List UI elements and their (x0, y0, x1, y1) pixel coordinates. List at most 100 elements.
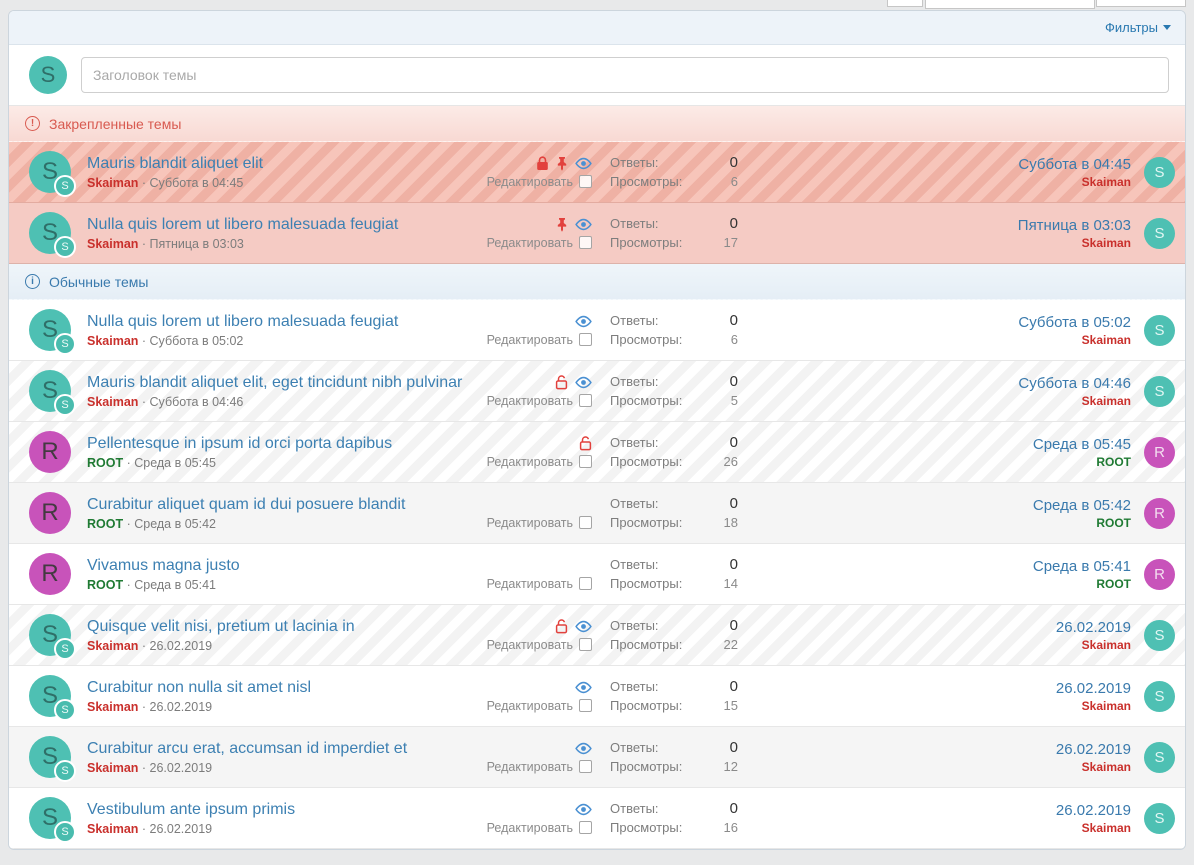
topic-title-link[interactable]: Quisque velit nisi, pretium ut lacinia i… (87, 617, 355, 636)
last-activity-user[interactable]: ROOT (738, 455, 1131, 469)
topic-author-avatar-wrap: SS (29, 309, 71, 351)
top-cropped-control-2[interactable] (925, 0, 1095, 9)
last-poster-avatar[interactable]: R (1144, 498, 1175, 529)
moderation-checkbox[interactable] (579, 516, 592, 529)
top-cropped-control-3[interactable] (1096, 0, 1186, 7)
last-activity-user[interactable]: Skaiman (738, 699, 1131, 713)
last-poster-avatar[interactable]: S (1144, 315, 1175, 346)
topic-author-name[interactable]: Skaiman (87, 700, 138, 714)
last-activity-date-link[interactable]: Среда в 05:42 (738, 497, 1131, 514)
topic-author-name[interactable]: Skaiman (87, 334, 138, 348)
moderation-checkbox[interactable] (579, 821, 592, 834)
pinned-topics-section-header: ! Закрепленные темы (9, 106, 1185, 142)
last-poster-avatar[interactable]: S (1144, 376, 1175, 407)
topic-author-name[interactable]: Skaiman (87, 639, 138, 653)
moderation-checkbox[interactable] (579, 638, 592, 651)
last-activity-user[interactable]: Skaiman (738, 760, 1131, 774)
edit-label[interactable]: Редактировать (487, 577, 573, 591)
topic-title-link[interactable]: Mauris blandit aliquet elit (87, 154, 263, 173)
author-mini-avatar[interactable]: S (54, 236, 76, 258)
topic-title-link[interactable]: Nulla quis lorem ut libero malesuada feu… (87, 312, 398, 331)
last-activity-date-link[interactable]: 26.02.2019 (738, 802, 1131, 819)
last-activity-date-link[interactable]: Суббота в 04:46 (738, 375, 1131, 392)
author-mini-avatar[interactable]: S (54, 699, 76, 721)
topic-author-name[interactable]: Skaiman (87, 395, 138, 409)
topic-author-avatar-wrap: SS (29, 614, 71, 656)
last-activity-date-link[interactable]: Суббота в 05:02 (738, 314, 1131, 331)
last-activity-user[interactable]: Skaiman (738, 175, 1131, 189)
last-activity-user[interactable]: Skaiman (738, 333, 1131, 347)
topic-title-link[interactable]: Vivamus magna justo (87, 556, 240, 575)
topic-title-link[interactable]: Vestibulum ante ipsum primis (87, 800, 295, 819)
author-mini-avatar[interactable]: S (54, 175, 76, 197)
topic-row: R Pellentesque in ipsum id orci porta dap… (9, 422, 1185, 483)
topic-stats: Ответы:0Просмотры:6 (610, 152, 738, 193)
last-poster-avatar[interactable]: S (1144, 742, 1175, 773)
author-mini-avatar[interactable]: S (54, 821, 76, 843)
moderation-checkbox[interactable] (579, 236, 592, 249)
topic-author-name[interactable]: ROOT (87, 456, 123, 470)
author-mini-avatar[interactable]: S (54, 394, 76, 416)
edit-label[interactable]: Редактировать (487, 455, 573, 469)
topic-title-link[interactable]: Curabitur non nulla sit amet nisl (87, 678, 311, 697)
edit-label[interactable]: Редактировать (487, 638, 573, 652)
last-activity-date-link[interactable]: 26.02.2019 (738, 619, 1131, 636)
last-poster-avatar[interactable]: R (1144, 437, 1175, 468)
top-cropped-control-1[interactable] (887, 0, 923, 7)
last-activity-user[interactable]: ROOT (738, 577, 1131, 591)
topic-title-search-input[interactable] (81, 57, 1169, 93)
topic-author-name[interactable]: Skaiman (87, 822, 138, 836)
topic-author-name[interactable]: Skaiman (87, 237, 138, 251)
author-mini-avatar[interactable]: S (54, 333, 76, 355)
edit-label[interactable]: Редактировать (487, 699, 573, 713)
edit-label[interactable]: Редактировать (487, 236, 573, 250)
last-activity-date-link[interactable]: Суббота в 04:45 (738, 156, 1131, 173)
last-activity-user[interactable]: Skaiman (738, 821, 1131, 835)
moderation-checkbox[interactable] (579, 333, 592, 346)
last-activity-date-link[interactable]: Среда в 05:45 (738, 436, 1131, 453)
edit-label[interactable]: Редактировать (487, 516, 573, 530)
last-activity-user[interactable]: Skaiman (738, 394, 1131, 408)
topic-title-link[interactable]: Pellentesque in ipsum id orci porta dapi… (87, 434, 392, 453)
topic-title-link[interactable]: Curabitur arcu erat, accumsan id imperdi… (87, 739, 407, 758)
last-poster-avatar[interactable]: S (1144, 681, 1175, 712)
moderation-checkbox[interactable] (579, 455, 592, 468)
last-poster-avatar[interactable]: S (1144, 620, 1175, 651)
moderation-checkbox[interactable] (579, 760, 592, 773)
edit-label[interactable]: Редактировать (487, 175, 573, 189)
last-activity-date-link[interactable]: 26.02.2019 (738, 680, 1131, 697)
topic-author-name[interactable]: Skaiman (87, 761, 138, 775)
moderation-checkbox[interactable] (579, 577, 592, 590)
last-poster-avatar[interactable]: S (1144, 218, 1175, 249)
moderation-checkbox[interactable] (579, 175, 592, 188)
last-activity-user[interactable]: Skaiman (738, 638, 1131, 652)
edit-label[interactable]: Редактировать (487, 394, 573, 408)
author-avatar[interactable]: R (29, 553, 71, 595)
topic-author-name[interactable]: ROOT (87, 517, 123, 531)
last-poster-avatar[interactable]: S (1144, 157, 1175, 188)
moderation-checkbox[interactable] (579, 394, 592, 407)
topic-title-link[interactable]: Nulla quis lorem ut libero malesuada feu… (87, 215, 398, 234)
last-poster-avatar[interactable]: R (1144, 559, 1175, 590)
last-activity-user[interactable]: ROOT (738, 516, 1131, 530)
last-activity-date-link[interactable]: Пятница в 03:03 (738, 217, 1131, 234)
topic-title-link[interactable]: Mauris blandit aliquet elit, eget tincid… (87, 373, 462, 392)
last-activity-date-link[interactable]: Среда в 05:41 (738, 558, 1131, 575)
replies-stat: Ответы:0 (610, 371, 738, 393)
topic-title-link[interactable]: Curabitur aliquet quam id dui posuere bl… (87, 495, 405, 514)
last-activity-user[interactable]: Skaiman (738, 236, 1131, 250)
author-avatar[interactable]: R (29, 492, 71, 534)
author-mini-avatar[interactable]: S (54, 638, 76, 660)
edit-label[interactable]: Редактировать (487, 821, 573, 835)
current-user-avatar[interactable]: S (29, 56, 67, 94)
last-activity-date-link[interactable]: 26.02.2019 (738, 741, 1131, 758)
edit-label[interactable]: Редактировать (487, 760, 573, 774)
author-avatar[interactable]: R (29, 431, 71, 473)
filters-dropdown[interactable]: Фильтры (1105, 20, 1171, 35)
moderation-checkbox[interactable] (579, 699, 592, 712)
edit-label[interactable]: Редактировать (487, 333, 573, 347)
last-poster-avatar[interactable]: S (1144, 803, 1175, 834)
author-mini-avatar[interactable]: S (54, 760, 76, 782)
topic-author-name[interactable]: ROOT (87, 578, 123, 592)
topic-author-name[interactable]: Skaiman (87, 176, 138, 190)
